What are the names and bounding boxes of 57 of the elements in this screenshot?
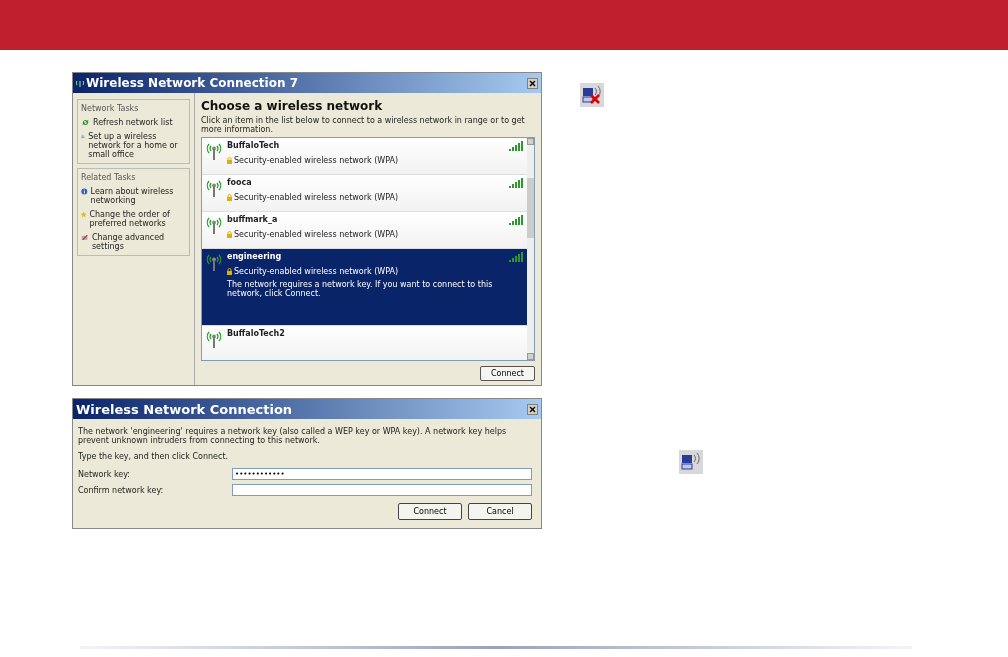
- network-item[interactable]: buffmark_a Security-enabled wireless network (WPA): [202, 212, 527, 249]
- message-text: The network 'engineering' requires a network key (also called a WEP key or WPA key). A network key helps prevent unknown intruders from connecting to this network.: [78, 427, 508, 445]
- network-name: BuffaloTech2: [227, 329, 286, 338]
- instruction-text: Type the key, and then click Connect.: [78, 452, 230, 461]
- star-icon: [81, 210, 87, 219]
- group-heading: Network Tasks: [81, 104, 140, 113]
- wireless-antenna-icon: [205, 252, 223, 272]
- wireless-antenna-icon: [205, 141, 223, 161]
- task-link[interactable]: Change the order of preferred networks: [89, 210, 186, 228]
- network-item[interactable]: BuffaloTech2: [202, 326, 527, 360]
- instructions-text: Click an item in the list below to connect to a wireless network in range or to get more information.: [201, 116, 526, 134]
- close-button[interactable]: [527, 403, 538, 415]
- security-label: Security-enabled wireless network (WPA): [234, 230, 399, 239]
- scrollbar[interactable]: [527, 138, 534, 360]
- refresh-icon: [81, 118, 90, 127]
- task-link[interactable]: Refresh network list: [93, 118, 173, 127]
- network-name: engineering: [227, 252, 283, 261]
- info-icon: [81, 187, 88, 196]
- network-name: fooca: [227, 178, 253, 187]
- network-name: buffmark_a: [227, 215, 279, 224]
- dialog-heading: Choose a wireless network: [201, 99, 384, 113]
- signal-strength-icon: [509, 178, 524, 188]
- wireless-antenna-icon: [205, 215, 223, 235]
- security-label: Security-enabled wireless network (WPA): [234, 267, 399, 276]
- connect-button[interactable]: Connect: [479, 366, 535, 381]
- window-title: Wireless Network Connection 7: [86, 76, 298, 90]
- lock-icon: [227, 157, 232, 164]
- close-button[interactable]: [527, 77, 538, 89]
- group-heading: Related Tasks: [81, 173, 137, 182]
- signal-strength-icon: [509, 252, 524, 262]
- task-link[interactable]: Set up a wireless network for a home or small office: [88, 132, 186, 159]
- lock-icon: [227, 194, 232, 201]
- network-name: BuffaloTech: [227, 141, 281, 150]
- wireless-icon: [76, 79, 84, 87]
- task-link[interactable]: Learn about wireless networking: [90, 187, 186, 205]
- network-item[interactable]: BuffaloTech Security-enabled wireless network (WPA): [202, 138, 527, 175]
- signal-strength-icon: [509, 141, 524, 151]
- settings-icon: [81, 233, 89, 242]
- signal-strength-icon: [509, 215, 524, 225]
- security-label: Security-enabled wireless network (WPA): [234, 193, 399, 202]
- window-title: Wireless Network Connection: [76, 401, 293, 417]
- network-note: The network requires a network key. If you want to connect to this network, click Connect.: [227, 280, 494, 298]
- task-link[interactable]: Change advanced settings: [91, 233, 186, 251]
- lock-icon: [227, 268, 232, 275]
- dialog-button[interactable]: Connect: [398, 503, 462, 520]
- confirm-key-field[interactable]: [232, 484, 532, 496]
- wireless-antenna-icon: [205, 178, 223, 198]
- field-label: Confirm network key:: [78, 485, 164, 495]
- dialog-button[interactable]: Cancel: [468, 503, 532, 520]
- network-item[interactable]: fooca Security-enabled wireless network (WPA): [202, 175, 527, 212]
- wireless-network-icon: [679, 450, 703, 474]
- field-label: Network key:: [78, 469, 131, 479]
- security-label: Security-enabled wireless network (WPA): [234, 156, 399, 165]
- network-item[interactable]: engineering Security-enabled wireless network (WPA) The network requires a network key. If you want to connect to this network, click Connect.: [202, 249, 527, 326]
- wireless-antenna-icon: [205, 329, 223, 349]
- network-disconnected-icon: [580, 83, 604, 107]
- lock-icon: [227, 231, 232, 238]
